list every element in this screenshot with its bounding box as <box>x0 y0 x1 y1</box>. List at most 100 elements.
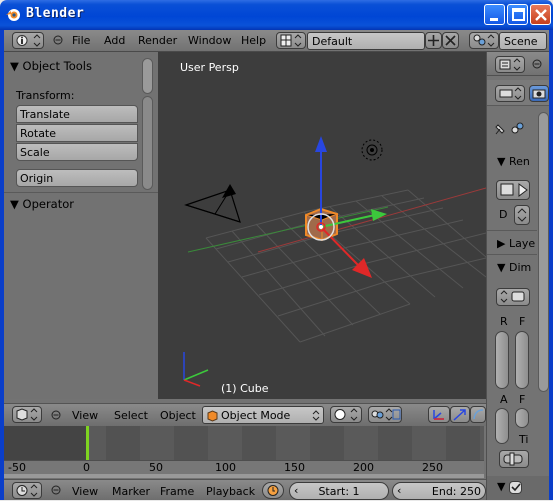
display-dropdown[interactable] <box>514 205 530 225</box>
slider-icon <box>503 452 523 466</box>
scale-button[interactable]: Scale <box>16 143 138 161</box>
tick-label: 250 <box>422 461 443 474</box>
editor-type-button[interactable] <box>12 482 42 499</box>
frame-rate-field[interactable] <box>515 408 529 428</box>
tool-shelf: ▼ Object Tools Transform: Translate Rota… <box>4 52 158 399</box>
layout-grid-icon <box>280 34 302 47</box>
maximize-button[interactable] <box>507 4 528 25</box>
info-header: File Add Render Window Help Default Scen… <box>4 30 549 52</box>
shading-solid-icon <box>334 408 358 421</box>
menu-object[interactable]: Object <box>160 409 196 422</box>
transform-label: Transform: <box>16 89 75 102</box>
render-button[interactable] <box>496 180 530 200</box>
editor-type-button[interactable] <box>12 406 42 423</box>
manipulator-icon <box>433 410 444 420</box>
scene-browse-button[interactable] <box>469 32 499 49</box>
screen-layout-field[interactable]: Default <box>307 32 425 50</box>
mode-dropdown[interactable]: Object Mode <box>202 406 324 424</box>
presets-icon <box>500 290 525 303</box>
preview-range-button[interactable] <box>262 482 284 499</box>
menu-help[interactable]: Help <box>241 34 266 47</box>
menu-select[interactable]: Select <box>114 409 148 422</box>
title-bar[interactable]: Blender <box>0 0 553 30</box>
close-button[interactable] <box>530 4 551 25</box>
toolshelf-scrollbar-thumb[interactable] <box>142 58 153 94</box>
toolshelf-scrollbar[interactable] <box>142 96 153 190</box>
editor-type-button[interactable] <box>12 32 44 49</box>
translate-button[interactable]: Translate <box>16 105 138 123</box>
expand-triangle-icon: ▼ <box>497 155 506 168</box>
object-tools-panel-header[interactable]: ▼ Object Tools <box>10 59 92 73</box>
clock-icon <box>267 485 279 496</box>
current-frame-indicator[interactable] <box>86 426 89 460</box>
window-title: Blender <box>26 6 85 21</box>
layers-panel-header[interactable]: ▶ Laye <box>497 237 535 250</box>
tick-label: 100 <box>215 461 236 474</box>
scene-field[interactable]: Scene <box>499 32 547 50</box>
menu-playback[interactable]: Playback <box>206 485 255 498</box>
resolution-field[interactable] <box>495 331 509 389</box>
end-frame-label: End: 250 <box>431 485 481 498</box>
a-label: A <box>500 393 508 406</box>
add-screen-button[interactable] <box>425 32 442 49</box>
render-panel-header[interactable]: ▼ Ren <box>497 155 530 168</box>
3d-viewport[interactable]: User Persp (1) Cube <box>158 52 486 399</box>
panel-divider <box>487 230 537 231</box>
dropdown-arrows-icon <box>312 410 320 421</box>
context-button[interactable] <box>495 85 525 102</box>
rotate-button[interactable]: Rotate <box>16 124 138 142</box>
info-editor-icon <box>16 34 41 47</box>
timeline-editor-icon <box>16 484 38 497</box>
delete-screen-button[interactable] <box>442 32 459 49</box>
menu-frame[interactable]: Frame <box>160 485 194 498</box>
maximize-icon <box>512 8 525 21</box>
timeline-area[interactable]: -50 0 50 100 150 200 250 <box>4 426 484 478</box>
scene-icon <box>473 34 495 47</box>
start-frame-field[interactable]: ‹ Start: 1 <box>289 482 389 500</box>
menu-view[interactable]: View <box>72 485 98 498</box>
expand-triangle-icon: ▼ <box>10 197 19 211</box>
collapse-menu-icon[interactable] <box>50 483 62 500</box>
menu-window[interactable]: Window <box>188 34 231 47</box>
collapse-menu-icon[interactable] <box>531 57 543 74</box>
end-frame-field[interactable]: ‹ End: 250 <box>392 482 486 500</box>
time-remapping-field[interactable] <box>499 450 529 468</box>
presets-dropdown[interactable] <box>496 288 530 306</box>
timeline-scrollbar[interactable] <box>4 474 484 478</box>
render-title: Ren <box>508 155 530 168</box>
properties-scrollbar[interactable] <box>538 112 549 392</box>
pivot-point-button[interactable] <box>368 406 402 423</box>
translate-manipulator-button[interactable] <box>450 406 470 423</box>
operator-panel-header[interactable]: ▼ Operator <box>10 197 74 211</box>
frame-range-field[interactable] <box>515 331 529 389</box>
rotate-manipulator-button[interactable] <box>470 406 486 423</box>
menu-marker[interactable]: Marker <box>112 485 150 498</box>
object-mode-label: Object Mode <box>221 409 291 422</box>
layers-title: Laye <box>508 237 536 250</box>
scene-canvas[interactable]: User Persp (1) Cube <box>158 52 486 399</box>
decrement-arrow-icon[interactable]: ‹ <box>397 484 401 497</box>
operator-title: Operator <box>22 197 74 211</box>
manipulator-toggle-button[interactable] <box>428 406 450 423</box>
menu-view[interactable]: View <box>72 409 98 422</box>
dimensions-panel-header[interactable]: ▼ Dim <box>497 261 531 274</box>
menu-render[interactable]: Render <box>138 34 177 47</box>
panel-divider <box>487 254 537 255</box>
dropdown-arrows-icon <box>517 208 527 222</box>
collapse-menu-icon[interactable] <box>50 408 62 425</box>
screen-layout-browse-button[interactable] <box>276 32 306 49</box>
checkbox-checked-icon[interactable] <box>508 480 522 494</box>
aspect-field[interactable] <box>495 408 509 444</box>
render-tab[interactable] <box>529 85 549 102</box>
menu-add[interactable]: Add <box>104 34 125 47</box>
pin-icon[interactable] <box>493 122 507 139</box>
anti-aliasing-panel-header[interactable]: ▼ <box>497 480 522 494</box>
menu-file[interactable]: File <box>72 34 90 47</box>
collapse-menu-icon[interactable] <box>52 33 64 50</box>
origin-button[interactable]: Origin <box>16 169 138 187</box>
viewport-shading-button[interactable] <box>330 406 362 423</box>
decrement-arrow-icon[interactable]: ‹ <box>294 484 298 497</box>
minimize-button[interactable] <box>484 4 505 25</box>
floor-grid <box>205 189 486 343</box>
editor-type-button[interactable] <box>495 56 525 73</box>
